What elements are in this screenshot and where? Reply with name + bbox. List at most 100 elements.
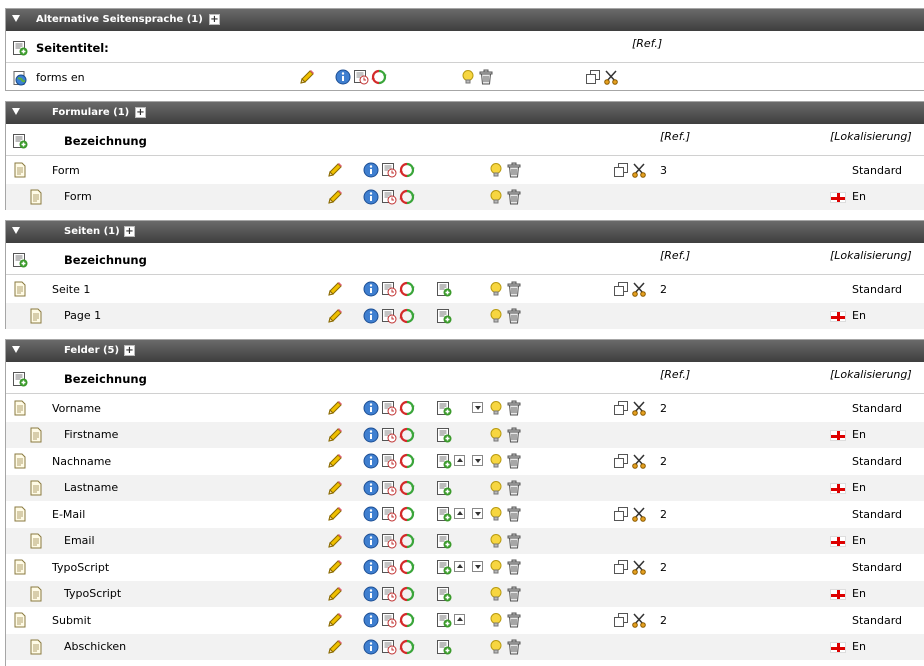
- page-icon[interactable]: [12, 453, 28, 469]
- refresh-icon[interactable]: [399, 559, 415, 575]
- history-icon[interactable]: [381, 480, 397, 496]
- plus-icon[interactable]: +: [124, 345, 135, 356]
- pencil-icon[interactable]: [327, 639, 343, 655]
- refresh-icon[interactable]: [399, 308, 415, 324]
- lightbulb-icon[interactable]: [488, 559, 504, 575]
- trash-icon[interactable]: [506, 281, 522, 297]
- new-element-icon[interactable]: [436, 480, 452, 496]
- pencil-icon[interactable]: [299, 69, 315, 85]
- new-element-icon[interactable]: [436, 586, 452, 602]
- move-up-icon[interactable]: [454, 455, 465, 466]
- pencil-icon[interactable]: [327, 533, 343, 549]
- lightbulb-icon[interactable]: [488, 427, 504, 443]
- plus-icon[interactable]: +: [135, 107, 146, 118]
- move-down-icon[interactable]: [472, 508, 483, 519]
- history-icon[interactable]: [381, 189, 397, 205]
- info-icon[interactable]: [363, 308, 379, 324]
- new-record-icon[interactable]: [12, 133, 28, 149]
- info-icon[interactable]: [363, 639, 379, 655]
- cut-icon[interactable]: [631, 281, 647, 297]
- record-title[interactable]: Page 1: [64, 309, 101, 322]
- trash-icon[interactable]: [478, 69, 494, 85]
- pencil-icon[interactable]: [327, 162, 343, 178]
- history-icon[interactable]: [381, 506, 397, 522]
- triangle-down-icon[interactable]: [12, 346, 20, 353]
- record-title[interactable]: Email: [64, 534, 95, 547]
- copy-icon[interactable]: [585, 69, 601, 85]
- table-row[interactable]: Firstname En: [6, 422, 924, 448]
- translated-page-icon[interactable]: [28, 533, 44, 549]
- translated-page-icon[interactable]: [28, 586, 44, 602]
- history-icon[interactable]: [381, 639, 397, 655]
- page-icon[interactable]: [12, 506, 28, 522]
- info-icon[interactable]: [363, 559, 379, 575]
- move-up-icon[interactable]: [454, 614, 465, 625]
- record-title[interactable]: Form: [64, 190, 92, 203]
- translated-page-icon[interactable]: [28, 189, 44, 205]
- history-icon[interactable]: [381, 586, 397, 602]
- pencil-icon[interactable]: [327, 427, 343, 443]
- refresh-icon[interactable]: [399, 400, 415, 416]
- info-icon[interactable]: [363, 189, 379, 205]
- info-icon[interactable]: [363, 533, 379, 549]
- move-up-icon[interactable]: [454, 508, 465, 519]
- new-element-icon[interactable]: [436, 506, 452, 522]
- history-icon[interactable]: [381, 453, 397, 469]
- new-element-icon[interactable]: [436, 639, 452, 655]
- info-icon[interactable]: [363, 453, 379, 469]
- triangle-down-icon[interactable]: [12, 108, 20, 115]
- pencil-icon[interactable]: [327, 308, 343, 324]
- pencil-icon[interactable]: [327, 453, 343, 469]
- refresh-icon[interactable]: [399, 533, 415, 549]
- move-up-icon[interactable]: [454, 561, 465, 572]
- lightbulb-icon[interactable]: [488, 281, 504, 297]
- table-row[interactable]: Form 3 Standard: [6, 157, 924, 184]
- history-icon[interactable]: [381, 559, 397, 575]
- page-icon[interactable]: [12, 400, 28, 416]
- info-icon[interactable]: [335, 69, 351, 85]
- refresh-icon[interactable]: [399, 612, 415, 628]
- trash-icon[interactable]: [506, 400, 522, 416]
- trash-icon[interactable]: [506, 480, 522, 496]
- translated-page-icon[interactable]: [28, 639, 44, 655]
- trash-icon[interactable]: [506, 639, 522, 655]
- refresh-icon[interactable]: [399, 506, 415, 522]
- pencil-icon[interactable]: [327, 586, 343, 602]
- copy-icon[interactable]: [613, 612, 629, 628]
- triangle-down-icon[interactable]: [12, 227, 20, 234]
- table-row[interactable]: TypoScript 2 Standard: [6, 554, 924, 581]
- pencil-icon[interactable]: [327, 189, 343, 205]
- page-icon[interactable]: [12, 162, 28, 178]
- move-down-icon[interactable]: [472, 455, 483, 466]
- history-icon[interactable]: [381, 533, 397, 549]
- info-icon[interactable]: [363, 506, 379, 522]
- history-icon[interactable]: [381, 612, 397, 628]
- cut-icon[interactable]: [603, 69, 619, 85]
- lightbulb-icon[interactable]: [488, 612, 504, 628]
- refresh-icon[interactable]: [399, 639, 415, 655]
- pencil-icon[interactable]: [327, 559, 343, 575]
- trash-icon[interactable]: [506, 453, 522, 469]
- table-row[interactable]: Form En: [6, 184, 924, 210]
- info-icon[interactable]: [363, 281, 379, 297]
- pencil-icon[interactable]: [327, 506, 343, 522]
- info-icon[interactable]: [363, 612, 379, 628]
- copy-icon[interactable]: [613, 281, 629, 297]
- history-icon[interactable]: [353, 69, 369, 85]
- triangle-down-icon[interactable]: [12, 15, 20, 22]
- new-record-icon[interactable]: [12, 40, 28, 56]
- new-element-icon[interactable]: [436, 308, 452, 324]
- copy-icon[interactable]: [613, 162, 629, 178]
- cut-icon[interactable]: [631, 612, 647, 628]
- history-icon[interactable]: [381, 400, 397, 416]
- move-down-icon[interactable]: [472, 561, 483, 572]
- lightbulb-icon[interactable]: [460, 69, 476, 85]
- cut-icon[interactable]: [631, 453, 647, 469]
- refresh-icon[interactable]: [371, 69, 387, 85]
- translated-page-icon[interactable]: [28, 480, 44, 496]
- trash-icon[interactable]: [506, 308, 522, 324]
- lightbulb-icon[interactable]: [488, 639, 504, 655]
- record-title[interactable]: forms en: [36, 71, 85, 84]
- new-element-icon[interactable]: [436, 559, 452, 575]
- refresh-icon[interactable]: [399, 427, 415, 443]
